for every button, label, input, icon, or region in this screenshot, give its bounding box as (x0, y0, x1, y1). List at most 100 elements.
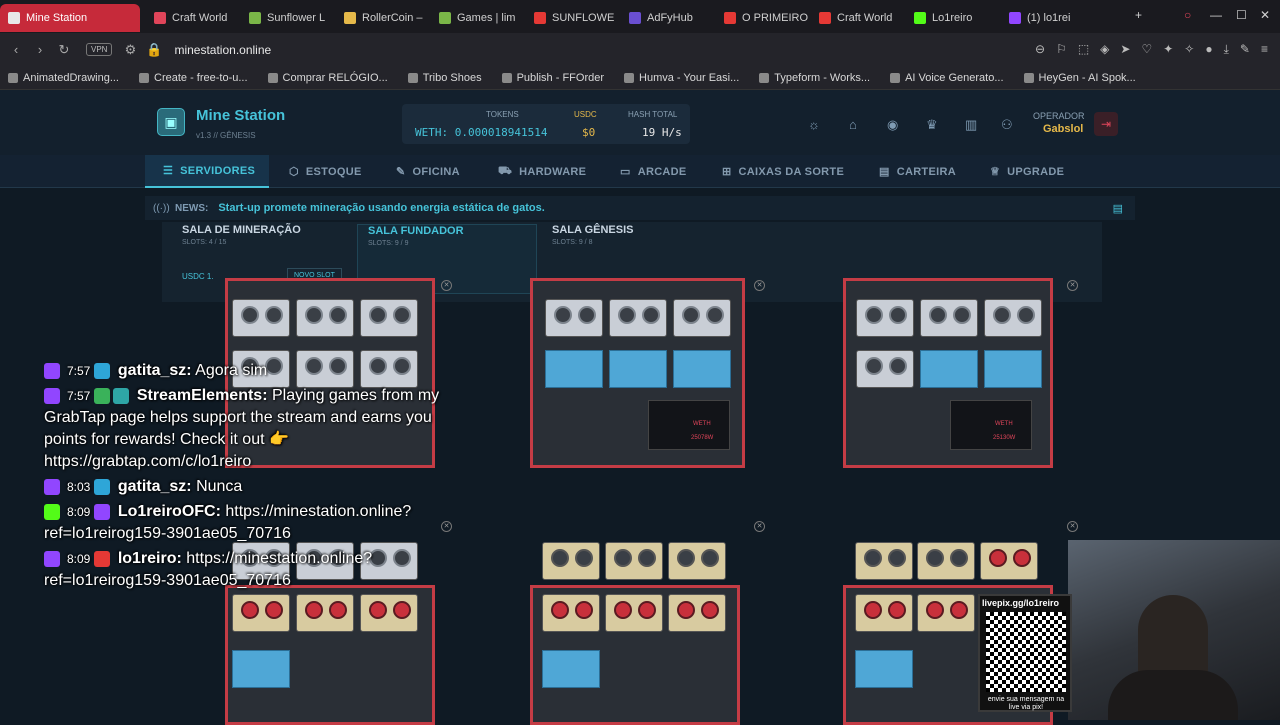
user-icon[interactable]: ⚇ (1001, 117, 1013, 133)
forward-icon[interactable]: › (28, 42, 52, 57)
gpu-card[interactable] (296, 594, 354, 632)
tab-craft-world[interactable]: Craft World (146, 4, 241, 32)
bookmark-item[interactable]: Create - free-to-u... (139, 72, 248, 84)
gpu-card[interactable] (542, 542, 600, 580)
bookmark-item[interactable]: AI Voice Generato... (890, 72, 1004, 84)
url-field[interactable]: minestation.online (174, 43, 271, 57)
bookmark-item[interactable]: HeyGen - AI Spok... (1023, 72, 1136, 84)
search-tabs-icon[interactable]: ○ (1184, 8, 1191, 22)
bookmark-item[interactable]: Humva - Your Easi... (624, 72, 739, 84)
close-icon[interactable]: ✕ (754, 521, 765, 532)
avatar[interactable]: ● (1205, 42, 1212, 57)
shield-icon[interactable]: ◈ (1100, 42, 1109, 57)
download-icon[interactable]: ⤓ (1224, 42, 1229, 57)
tab-kick-lo1reiro[interactable]: Lo1reiro (906, 4, 1001, 32)
empty-slot[interactable] (542, 650, 600, 688)
tab-sunflower-yt[interactable]: SUNFLOWE (526, 4, 621, 32)
tab-craft-world-yt[interactable]: Craft World (811, 4, 906, 32)
empty-slot[interactable] (545, 350, 603, 388)
close-icon[interactable]: ✕ (754, 280, 765, 291)
book-icon[interactable]: ▥ (965, 117, 977, 133)
nav-arcade[interactable]: ▭ ARCADE (620, 155, 687, 188)
gpu-card[interactable] (545, 299, 603, 337)
tab-primeiro[interactable]: O PRIMEIRO (716, 4, 811, 32)
send-icon[interactable]: ➤ (1120, 42, 1130, 57)
gpu-card[interactable] (360, 594, 418, 632)
bookmark-item[interactable]: Comprar RELÓGIO... (267, 72, 388, 84)
empty-slot[interactable] (609, 350, 667, 388)
gpu-card[interactable] (855, 594, 913, 632)
close-icon[interactable]: ✕ (441, 280, 452, 291)
gpu-card[interactable] (609, 299, 667, 337)
reload-icon[interactable]: ↻ (52, 42, 76, 58)
menu-icon[interactable]: ≡ (1261, 42, 1268, 57)
nav-upgrade[interactable]: ♕ UPGRADE (990, 155, 1064, 188)
tab-mine-station[interactable]: Mine Station (0, 4, 140, 32)
nav-carteira[interactable]: ▤ CARTEIRA (879, 155, 956, 188)
tab-adfyhub[interactable]: AdFyHub (621, 4, 716, 32)
gpu-card[interactable] (917, 594, 975, 632)
back-icon[interactable]: ‹ (4, 42, 28, 57)
heart-icon[interactable]: ♡ (1141, 42, 1152, 57)
empty-slot[interactable] (673, 350, 731, 388)
gpu-card[interactable] (605, 594, 663, 632)
gpu-card[interactable] (917, 542, 975, 580)
zoom-icon[interactable]: ⊖ (1035, 42, 1045, 57)
bookmark-item[interactable]: Publish - FFOrder (501, 72, 604, 84)
logout-button[interactable]: ⇥ (1094, 112, 1118, 136)
mine-station-logo-icon[interactable]: ▣ (157, 108, 185, 136)
gpu-card[interactable] (855, 542, 913, 580)
gpu-card[interactable] (668, 594, 726, 632)
bookmark-item[interactable]: AnimatedDrawing... (8, 72, 119, 84)
maximize-icon[interactable]: ☐ (1236, 8, 1247, 22)
nav-caixas-da-sorte[interactable]: ⊞ CAIXAS DA SORTE (722, 155, 844, 188)
nav-servidores[interactable]: ☰ SERVIDORES (145, 155, 269, 188)
bookmark-item[interactable]: Typeform - Works... (759, 72, 870, 84)
news-list-icon[interactable]: ▤ (1113, 202, 1123, 215)
empty-slot[interactable] (920, 350, 978, 388)
close-icon[interactable]: ✕ (1067, 521, 1078, 532)
nav-oficina[interactable]: ✎ OFICINA (396, 155, 460, 188)
gpu-card[interactable] (360, 299, 418, 337)
gpu-card[interactable] (232, 594, 290, 632)
lock-icon[interactable]: 🔒 (142, 42, 166, 58)
trophy-icon[interactable]: ♛ (926, 117, 938, 133)
gpu-card[interactable] (856, 350, 914, 388)
tab-rollercoin[interactable]: RollerCoin – (336, 4, 431, 32)
minimize-icon[interactable]: — (1210, 8, 1222, 22)
new-tab-icon[interactable]: + (1135, 8, 1142, 22)
gpu-card[interactable] (605, 542, 663, 580)
gpu-card[interactable] (856, 299, 914, 337)
extension-icon[interactable]: ✦ (1163, 42, 1173, 57)
gpu-card[interactable] (673, 299, 731, 337)
gpu-card[interactable] (296, 299, 354, 337)
empty-slot[interactable] (984, 350, 1042, 388)
discord-icon[interactable]: ◉ (887, 117, 898, 133)
tab-twitch-lo1reiro[interactable]: (1) lo1rei (1001, 4, 1096, 32)
gpu-card[interactable] (984, 299, 1042, 337)
settings-icon[interactable]: ⚙ (118, 42, 142, 58)
home-icon[interactable]: ⌂ (849, 117, 857, 132)
nav-hardware[interactable]: ⛟ HARDWARE (498, 155, 586, 188)
bookmark-item[interactable]: Tribo Shoes (407, 72, 482, 84)
ai-icon[interactable]: ✎ (1240, 42, 1250, 57)
bookmark-icon[interactable]: ⚐ (1056, 42, 1067, 57)
screenshot-icon[interactable]: ⬚ (1078, 42, 1089, 57)
brand-title[interactable]: Mine Station (196, 107, 285, 124)
nav-estoque[interactable]: ⬡ ESTOQUE (289, 155, 362, 188)
tokens-label[interactable]: TOKENS (486, 110, 519, 119)
gpu-card[interactable] (920, 299, 978, 337)
tab-games[interactable]: Games | lim (431, 4, 526, 32)
empty-slot[interactable] (855, 650, 913, 688)
close-icon[interactable]: ✕ (1067, 280, 1078, 291)
close-window-icon[interactable]: ✕ (1260, 8, 1270, 22)
puzzle-icon[interactable]: ✧ (1184, 42, 1194, 57)
gpu-card[interactable] (542, 594, 600, 632)
gpu-card[interactable] (980, 542, 1038, 580)
vpn-badge[interactable]: VPN (86, 43, 113, 56)
empty-slot[interactable] (232, 650, 290, 688)
theme-toggle-icon[interactable]: ☼ (808, 117, 820, 132)
tab-sunflower[interactable]: Sunflower L (241, 4, 336, 32)
gpu-card[interactable] (232, 299, 290, 337)
gpu-card[interactable] (668, 542, 726, 580)
